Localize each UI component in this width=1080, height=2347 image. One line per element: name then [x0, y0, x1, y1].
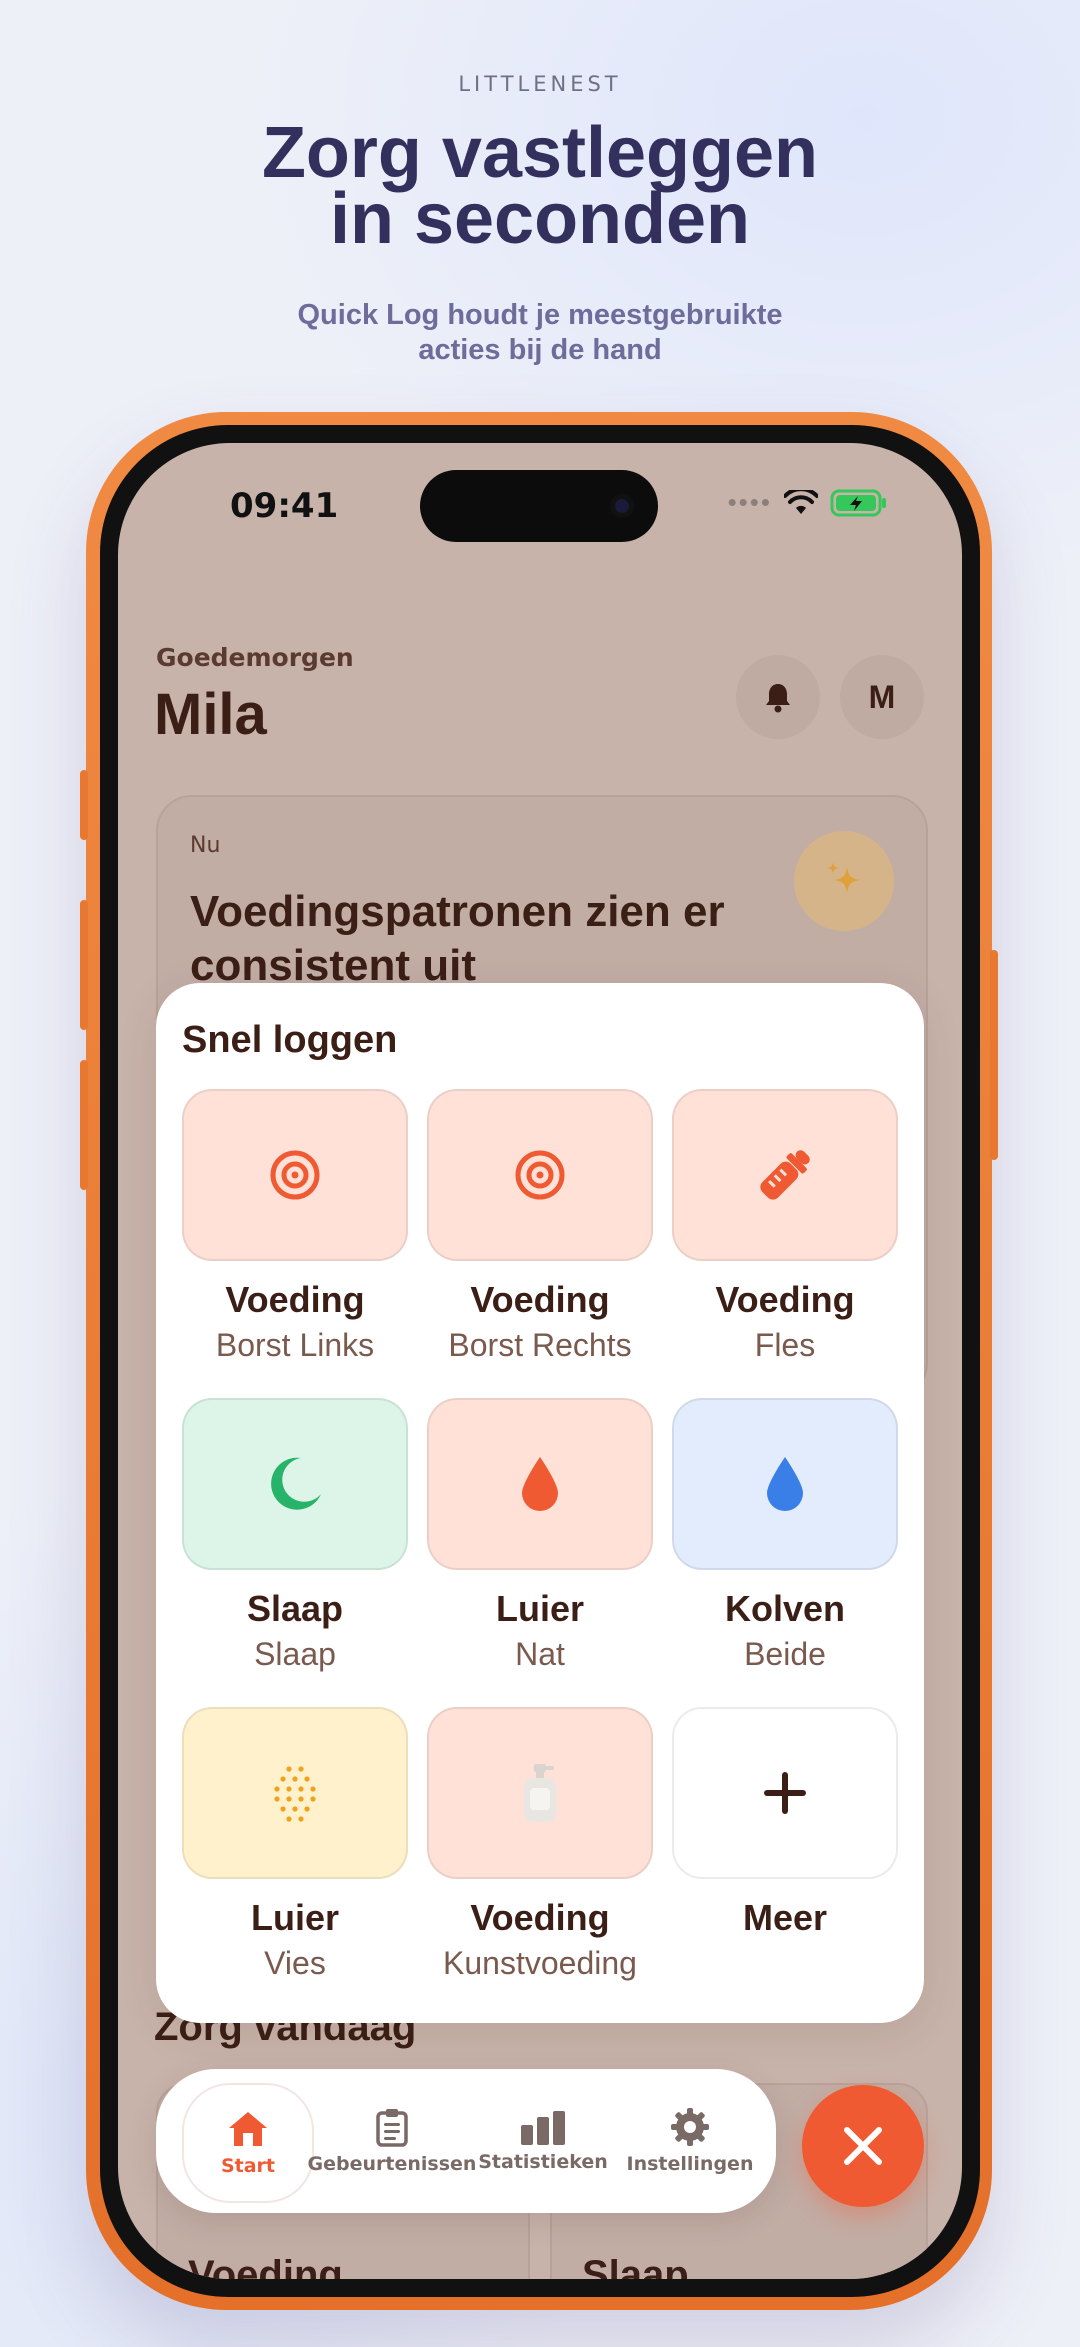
camera-icon	[610, 494, 634, 518]
clipboard-icon	[376, 2109, 408, 2147]
tile-subtitle: Fles	[754, 1327, 816, 1363]
phone-side-button	[990, 950, 998, 1160]
summary-card-title: Voeding	[188, 2253, 343, 2279]
bottle-icon	[760, 1150, 810, 1200]
battery-icon	[830, 489, 886, 516]
breast-left-icon	[270, 1150, 320, 1200]
tab-label: Instellingen	[626, 2153, 754, 2175]
bell-icon	[766, 684, 790, 713]
phone-screen: 09:41 •••• Goedemorgen Mila M Nu Voeding…	[118, 443, 962, 2279]
insight-label: Nu	[190, 833, 221, 858]
summary-card-title: Slaap	[582, 2253, 689, 2279]
tab-statistics[interactable]: Statistieken	[474, 2083, 612, 2199]
headline-line-2: in seconden	[329, 179, 751, 259]
tile-icon-box	[182, 1707, 408, 1879]
subline: Quick Log houdt je meestgebruikte acties…	[0, 298, 1080, 368]
tab-settings[interactable]: Instellingen	[620, 2083, 760, 2199]
insight-title: Voedingspatronen zien er consistent uit	[190, 887, 725, 990]
quick-log-tile-pumping[interactable]: Kolven Beide	[672, 1398, 898, 1673]
status-time: 09:41	[230, 486, 339, 526]
status-icons: ••••	[728, 487, 888, 518]
tile-title: Voeding	[715, 1279, 855, 1320]
phone-side-button	[80, 900, 88, 1030]
close-quick-log-button[interactable]	[802, 2085, 924, 2207]
tile-title: Voeding	[225, 1279, 365, 1320]
tile-icon-box	[672, 1398, 898, 1570]
drop-icon	[767, 1457, 803, 1511]
plus-icon	[764, 1772, 806, 1814]
subline-line-2: acties bij de hand	[418, 334, 662, 366]
quick-log-tile-breast-left[interactable]: Voeding Borst Links	[182, 1089, 408, 1364]
greeting: Goedemorgen	[156, 643, 354, 672]
tile-icon-box	[182, 1089, 408, 1261]
tile-title: Luier	[250, 1897, 339, 1938]
quick-log-tile-sleep[interactable]: Slaap Slaap	[182, 1398, 408, 1673]
sparkle-button[interactable]	[794, 831, 894, 931]
signal-icon: ••••	[727, 487, 772, 517]
tile-icon-box	[672, 1707, 898, 1879]
tile-icon-box	[182, 1398, 408, 1570]
tile-icon-box	[427, 1707, 653, 1879]
formula-icon	[524, 1764, 556, 1822]
tile-icon-box	[672, 1089, 898, 1261]
phone-side-button	[80, 770, 88, 840]
avatar-button[interactable]: M	[840, 655, 924, 739]
tile-subtitle: Beide	[744, 1636, 826, 1672]
tile-subtitle: Kunstvoeding	[443, 1945, 637, 1981]
quick-log-tile-diaper-wet[interactable]: Luier Nat	[427, 1398, 653, 1673]
tile-subtitle: Borst Rechts	[448, 1327, 632, 1363]
headline: Zorg vastleggen in seconden	[0, 113, 1080, 259]
tile-title: Voeding	[470, 1279, 610, 1320]
quick-log-title: Snel loggen	[182, 1019, 398, 1061]
quick-log-tile-diaper-dirty[interactable]: Luier Vies	[182, 1707, 408, 1982]
sparkle-icon	[827, 862, 861, 894]
tile-title: Meer	[742, 1897, 828, 1938]
tile-icon-box	[427, 1398, 653, 1570]
quick-log-tile-breast-right[interactable]: Voeding Borst Rechts	[427, 1089, 653, 1364]
notifications-button[interactable]	[736, 655, 820, 739]
moon-icon	[271, 1457, 321, 1510]
tab-bar: Start Gebeurtenissen Statistieken Instel…	[156, 2069, 776, 2213]
subline-line-1: Quick Log houdt je meestgebruikte	[297, 299, 783, 331]
tile-subtitle: Borst Links	[215, 1327, 375, 1363]
drop-icon	[522, 1457, 558, 1511]
tile-title: Slaap	[246, 1588, 344, 1629]
quick-log-tile-bottle[interactable]: Voeding Fles	[672, 1089, 898, 1364]
child-name: Mila	[154, 682, 267, 747]
bar-chart-icon	[521, 2111, 565, 2145]
tile-icon-box	[427, 1089, 653, 1261]
home-icon	[229, 2112, 267, 2146]
wifi-icon	[784, 489, 818, 514]
tile-title: Voeding	[470, 1897, 610, 1938]
tile-title: Kolven	[724, 1588, 846, 1629]
tile-subtitle: Slaap	[254, 1636, 336, 1672]
quick-log-sheet: Snel loggen Voeding Borst Links Voeding …	[156, 983, 924, 2023]
close-icon	[844, 2127, 882, 2165]
tab-events[interactable]: Gebeurtenissen	[308, 2083, 476, 2199]
quick-log-tile-formula[interactable]: Voeding Kunstvoeding	[427, 1707, 653, 1982]
tab-start[interactable]: Start	[182, 2083, 314, 2203]
tab-label: Start	[220, 2155, 276, 2177]
headline-line-1: Zorg vastleggen	[261, 113, 819, 193]
tile-subtitle: Nat	[515, 1636, 565, 1672]
brand-label: LITTLENEST	[458, 72, 622, 96]
tab-label: Statistieken	[478, 2151, 608, 2173]
phone-side-button	[80, 1060, 88, 1190]
gear-icon	[671, 2108, 709, 2146]
quick-log-tile-more[interactable]: Meer	[672, 1707, 898, 1939]
avatar-initial: M	[868, 678, 896, 715]
dots-icon	[274, 1766, 316, 1822]
tile-subtitle: Vies	[264, 1945, 326, 1981]
tab-label: Gebeurtenissen	[307, 2153, 477, 2175]
tile-title: Luier	[495, 1588, 584, 1629]
breast-right-icon	[515, 1150, 565, 1200]
dynamic-island	[420, 470, 658, 542]
